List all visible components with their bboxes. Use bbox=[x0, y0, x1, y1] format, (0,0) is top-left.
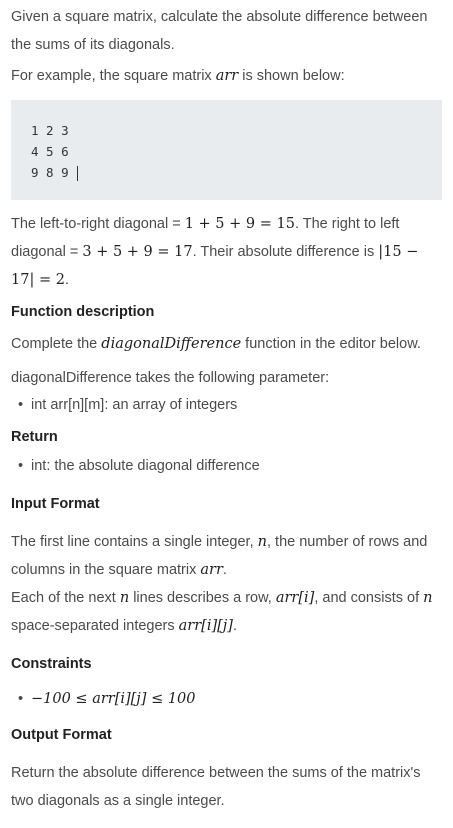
text-cursor bbox=[76, 166, 78, 181]
text: . bbox=[222, 562, 227, 578]
explanation-text: . bbox=[64, 272, 69, 288]
output-format-heading: Output Format bbox=[11, 727, 112, 743]
function-description-heading: Function description bbox=[11, 304, 155, 320]
constraints-list: −100 ≤ arr[i][j] ≤ 100 bbox=[11, 686, 442, 713]
input-format-paragraph: The first line contains a single integer… bbox=[11, 528, 442, 640]
math-n: n bbox=[257, 534, 267, 550]
explanation-text: . Their absolute difference is bbox=[192, 244, 379, 260]
matrix-row: 1 2 3 bbox=[31, 123, 69, 138]
function-name: diagonalDifference bbox=[101, 336, 242, 352]
output-format-paragraph: Return the absolute difference between t… bbox=[11, 765, 421, 809]
fd-suffix: function in the editor below. bbox=[241, 336, 421, 352]
explanation-paragraph: The left-to-right diagonal = 1 + 5 + 9 =… bbox=[11, 210, 442, 294]
list-item: int: the absolute diagonal difference bbox=[18, 453, 442, 480]
matrix-row: 4 5 6 bbox=[31, 144, 69, 159]
parameter-intro: diagonalDifference takes the following p… bbox=[11, 370, 330, 386]
explanation-math: 1 + 5 + 9 = 15 bbox=[184, 216, 295, 232]
return-list: int: the absolute diagonal difference bbox=[11, 453, 442, 480]
math-arr: arr bbox=[200, 562, 223, 578]
matrix-row-last: 9 8 9 bbox=[31, 162, 422, 183]
return-heading: Return bbox=[11, 429, 58, 445]
matrix-code-block[interactable]: 1 2 3 4 5 6 9 8 9 bbox=[11, 100, 442, 200]
parameter-list: int arr[n][m]: an array of integers bbox=[11, 392, 442, 419]
math-arr-i: arr[i] bbox=[275, 590, 315, 606]
input-format-heading: Input Format bbox=[11, 496, 100, 512]
constraint-math: −100 ≤ arr[i][j] ≤ 100 bbox=[31, 691, 196, 707]
text: The first line contains a single integer… bbox=[11, 534, 258, 550]
text: space-separated integers bbox=[11, 618, 179, 634]
function-description-paragraph: Complete the diagonalDifference function… bbox=[11, 330, 442, 358]
matrix-row: 9 8 9 bbox=[31, 165, 69, 180]
explanation-text: The left-to-right diagonal = bbox=[11, 216, 185, 232]
math-n: n bbox=[423, 590, 433, 606]
intro-paragraph: Given a square matrix, calculate the abs… bbox=[11, 9, 428, 53]
text: Each of the next bbox=[11, 590, 120, 606]
problem-statement: Given a square matrix, calculate the abs… bbox=[0, 3, 453, 815]
list-item: −100 ≤ arr[i][j] ≤ 100 bbox=[18, 686, 442, 713]
example-prefix: For example, the square matrix bbox=[11, 68, 216, 84]
text: lines describes a row, bbox=[129, 590, 276, 606]
text: . bbox=[232, 618, 237, 634]
math-arr-ij: arr[i][j] bbox=[178, 618, 233, 634]
text: , and consists of bbox=[314, 590, 424, 606]
constraints-heading: Constraints bbox=[11, 656, 92, 672]
example-paragraph: For example, the square matrix arr is sh… bbox=[11, 62, 442, 90]
list-item: int arr[n][m]: an array of integers bbox=[18, 392, 442, 419]
math-n: n bbox=[119, 590, 130, 606]
explanation-math: 3 + 5 + 9 = 17 bbox=[82, 244, 193, 260]
example-var: arr bbox=[215, 68, 239, 84]
fd-prefix: Complete the bbox=[11, 336, 102, 352]
example-suffix: is shown below: bbox=[238, 68, 345, 84]
